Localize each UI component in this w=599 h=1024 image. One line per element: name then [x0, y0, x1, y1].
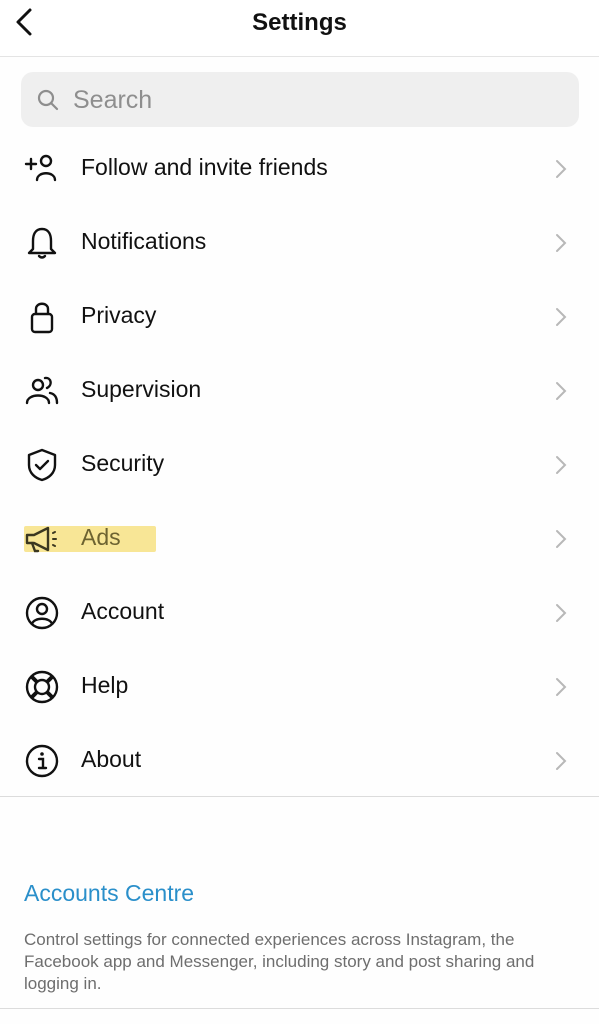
- menu-item-about[interactable]: About: [0, 724, 599, 798]
- info-icon: [25, 744, 59, 778]
- menu-item-label: Ads: [81, 524, 121, 550]
- add-person-icon: [24, 154, 57, 182]
- menu-item-label: Notifications: [81, 228, 207, 254]
- menu-item-account[interactable]: Account: [0, 576, 599, 650]
- chevron-right-icon: [556, 382, 567, 400]
- menu-item-notifications[interactable]: Notifications: [0, 206, 599, 280]
- search-input[interactable]: [71, 82, 565, 118]
- chevron-right-icon: [556, 456, 567, 474]
- menu-item-privacy[interactable]: Privacy: [0, 280, 599, 354]
- megaphone-icon: [25, 526, 57, 553]
- menu-item-label: Account: [81, 598, 165, 624]
- menu-item-supervision[interactable]: Supervision: [0, 354, 599, 428]
- chevron-right-icon: [556, 308, 567, 326]
- accounts-centre-description: Control settings for connected experienc…: [24, 930, 535, 993]
- chevron-right-icon: [556, 752, 567, 770]
- chevron-right-icon: [556, 160, 567, 178]
- lifebuoy-icon: [25, 670, 59, 704]
- search-icon: [37, 89, 59, 111]
- account-circle-icon: [25, 596, 59, 630]
- lock-icon: [30, 302, 54, 334]
- shield-check-icon: [27, 448, 57, 482]
- settings-menu: Follow and invite friends Notifications …: [0, 132, 599, 798]
- chevron-right-icon: [556, 530, 567, 548]
- chevron-right-icon: [556, 234, 567, 252]
- bell-icon: [27, 227, 57, 259]
- page-title: Settings: [252, 9, 347, 36]
- header-bar: Settings: [0, 0, 599, 57]
- menu-item-label: Help: [81, 672, 129, 698]
- section-divider: [0, 1008, 599, 1009]
- chevron-right-icon: [556, 604, 567, 622]
- menu-item-label: Privacy: [81, 302, 157, 328]
- section-divider: [0, 796, 599, 797]
- menu-item-label: Supervision: [81, 376, 202, 402]
- menu-item-help[interactable]: Help: [0, 650, 599, 724]
- menu-item-ads[interactable]: Ads: [0, 502, 599, 576]
- menu-item-label: Security: [81, 450, 165, 476]
- people-icon: [25, 376, 59, 405]
- menu-item-label: About: [81, 746, 142, 772]
- menu-item-label: Follow and invite friends: [81, 154, 328, 180]
- chevron-right-icon: [556, 678, 567, 696]
- menu-item-follow-invite[interactable]: Follow and invite friends: [0, 132, 599, 206]
- search-field[interactable]: [21, 72, 579, 127]
- menu-item-security[interactable]: Security: [0, 428, 599, 502]
- accounts-centre-link[interactable]: Accounts Centre: [24, 880, 194, 907]
